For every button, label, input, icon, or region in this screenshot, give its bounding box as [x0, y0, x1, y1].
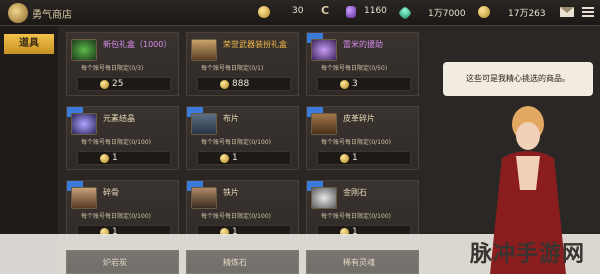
item-limit: 每个账号每日限定(0/100): [81, 213, 151, 220]
price-tag: 1: [317, 151, 411, 165]
item-limit: 每个账号每日限定(0/100): [321, 213, 391, 220]
item-thumbnail: [71, 39, 97, 61]
item-limit: 每个账号每日限定(0/1): [201, 65, 264, 72]
menu-icon[interactable]: [582, 7, 594, 17]
shop-item[interactable]: 布片 每个账号每日限定(0/100) 1: [186, 106, 299, 170]
item-name: 布片: [223, 114, 239, 123]
cera-amount: 1160: [364, 6, 387, 16]
item-name: 稀有灵魂: [343, 258, 375, 267]
item-price: 3: [352, 79, 358, 89]
item-thumbnail: [311, 113, 337, 135]
shop-item[interactable]: 精炼石: [186, 250, 299, 274]
item-name: 元素结晶: [103, 114, 135, 123]
cera-icon: [346, 6, 356, 18]
item-thumbnail: [191, 187, 217, 209]
tab-props[interactable]: 道具: [4, 34, 54, 54]
item-price: 1: [232, 153, 238, 163]
shop-item[interactable]: 雷米的援助 每个账号每日限定(0/50) 3: [306, 32, 419, 96]
item-price: 25: [112, 79, 124, 89]
item-limit: 每个账号每日限定(0/100): [201, 213, 271, 220]
item-name: 碎骨: [103, 188, 119, 197]
price-tag: 3: [317, 77, 411, 91]
item-thumbnail: [191, 113, 217, 135]
item-name: 雷米的援助: [343, 40, 383, 49]
shop-item[interactable]: 炉岩炭: [66, 250, 179, 274]
item-thumbnail: [71, 187, 97, 209]
top-bar: 勇气商店 30 C 1160 1万7000 17万263: [0, 0, 600, 26]
gold-coin-icon: [340, 80, 349, 89]
item-limit: 每个账号每日限定(0/100): [321, 139, 391, 146]
item-name: 荣誉武器装扮礼盒: [223, 40, 287, 49]
gold-coin-icon: [220, 154, 229, 163]
item-name: 炉岩炭: [103, 258, 127, 267]
gem-icon: [397, 5, 413, 21]
gold-amount: 30: [292, 6, 304, 16]
price-tag: 1: [77, 151, 171, 165]
item-thumbnail: [311, 187, 337, 209]
shop-emblem-icon: [8, 3, 28, 23]
item-limit: 每个账号每日限定(0/100): [81, 139, 151, 146]
item-limit: 每个账号每日限定(0/3): [81, 65, 144, 72]
item-name: 精炼石: [223, 258, 247, 267]
shop-item[interactable]: 新包礼盒（1000） 每个账号每日限定(0/3) 25: [66, 32, 179, 96]
item-thumbnail: [311, 39, 337, 61]
gold-coin-icon: [478, 6, 490, 18]
gem-amount: 1万7000: [428, 9, 466, 19]
shop-title: 勇气商店: [32, 10, 72, 21]
shop-item[interactable]: 元素结晶 每个账号每日限定(0/100) 1: [66, 106, 179, 170]
item-price: 1: [112, 153, 118, 163]
gold-coin-icon: [100, 154, 109, 163]
item-price: 888: [232, 79, 250, 89]
npc-speech-bubble: 这些可是我精心挑选的商品。: [443, 62, 593, 96]
gold-coin-icon: [258, 6, 270, 18]
item-price: 1: [352, 153, 358, 163]
shop-item[interactable]: 皮革碎片 每个账号每日限定(0/100) 1: [306, 106, 419, 170]
item-limit: 每个账号每日限定(0/100): [201, 139, 271, 146]
shop-item[interactable]: 稀有灵魂: [306, 250, 419, 274]
item-name: 铁片: [223, 188, 239, 197]
item-name: 金刚石: [343, 188, 367, 197]
price-tag: 25: [77, 77, 171, 91]
item-name: 新包礼盒（1000）: [103, 40, 172, 49]
gold-coin-icon: [340, 154, 349, 163]
watermark: 脉冲手游网: [470, 242, 586, 267]
gold-coin-icon: [220, 80, 229, 89]
item-limit: 每个账号每日限定(0/50): [321, 65, 388, 72]
shop-item[interactable]: 荣誉武器装扮礼盒 每个账号每日限定(0/1) 888: [186, 32, 299, 96]
item-thumbnail: [191, 39, 217, 61]
gold-total-amount: 17万263: [508, 9, 546, 19]
price-tag: 888: [197, 77, 291, 91]
price-tag: 1: [197, 151, 291, 165]
item-name: 皮革碎片: [343, 114, 375, 123]
gold-coin-icon: [100, 80, 109, 89]
item-thumbnail: [71, 113, 97, 135]
c-currency-icon: C: [321, 4, 330, 17]
mail-icon[interactable]: [560, 7, 574, 17]
